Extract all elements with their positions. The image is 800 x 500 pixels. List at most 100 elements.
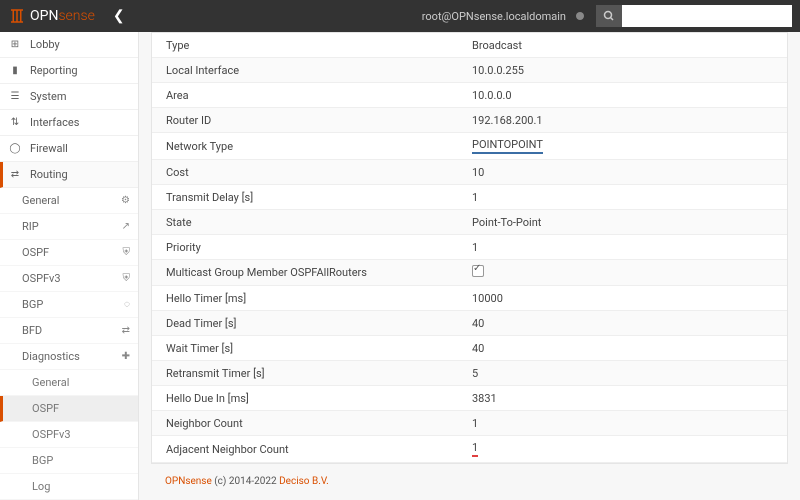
nav-item-reporting[interactable]: ▮Reporting — [0, 58, 138, 84]
table-row: Transmit Delay [s]1 — [152, 185, 787, 210]
nav-icon: ⇅ — [8, 116, 22, 130]
footer: OPNsense (c) 2014-2022 Deciso B.V. — [151, 464, 788, 499]
brand-a: OPN — [30, 8, 58, 24]
row-label: Adjacent Neighbor Count — [152, 443, 472, 456]
nav-item-firewall[interactable]: ◯Firewall — [0, 136, 138, 162]
row-value: 1 — [472, 441, 787, 457]
nav-icon: ☰ — [8, 90, 22, 104]
row-label: Area — [152, 89, 472, 102]
search-button[interactable] — [596, 5, 622, 27]
nav-diag-ospf[interactable]: OSPF — [0, 396, 138, 422]
row-value: 192.168.200.1 — [472, 114, 787, 127]
nav-item-routing[interactable]: ⇄Routing — [0, 162, 138, 188]
row-label: Router ID — [152, 114, 472, 127]
nav-diag-log[interactable]: Log — [0, 474, 138, 500]
row-value: 10 — [472, 166, 787, 179]
user-label[interactable]: root@OPNsense.localdomain — [422, 10, 566, 23]
nav-sub-ospf[interactable]: OSPF⛨ — [0, 240, 138, 266]
sidebar: ⊞Lobby▮Reporting☰System⇅Interfaces◯Firew… — [0, 32, 139, 500]
row-value — [472, 265, 787, 280]
nav-sub-general[interactable]: General⚙ — [0, 188, 138, 214]
logo[interactable]: OPNsense — [8, 6, 95, 26]
row-value: Broadcast — [472, 39, 787, 52]
row-value: Point-To-Point — [472, 216, 787, 229]
row-value: 40 — [472, 317, 787, 330]
table-row: Priority1 — [152, 235, 787, 260]
table-row: Dead Timer [s]40 — [152, 311, 787, 336]
row-label: Dead Timer [s] — [152, 317, 472, 330]
nav-sub-bfd[interactable]: BFD⇄ — [0, 318, 138, 344]
table-row: Local Interface10.0.0.255 — [152, 58, 787, 83]
footer-brand-link[interactable]: OPNsense — [165, 476, 212, 487]
nav-sub-ospfv3[interactable]: OSPFv3⛨ — [0, 266, 138, 292]
nav-diag-bgp[interactable]: BGP — [0, 448, 138, 474]
row-label: Neighbor Count — [152, 417, 472, 430]
table-row: Retransmit Timer [s]5 — [152, 361, 787, 386]
row-value: POINTOPOINT — [472, 138, 787, 154]
row-label: Hello Due In [ms] — [152, 392, 472, 405]
row-label: Hello Timer [ms] — [152, 292, 472, 305]
row-value: 5 — [472, 367, 787, 380]
checkbox-icon — [472, 265, 484, 277]
nav-diag-general[interactable]: General — [0, 370, 138, 396]
table-row: Cost10 — [152, 160, 787, 185]
nav-sub-icon: ◌ — [124, 299, 130, 310]
nav-sub-icon: ⛨ — [123, 273, 131, 284]
nav-sub-icon: ⛨ — [123, 247, 131, 258]
nav-icon: ◯ — [8, 142, 22, 156]
row-value: 1 — [472, 191, 787, 204]
row-label: Multicast Group Member OSPFAllRouters — [152, 266, 472, 279]
table-row: Network TypePOINTOPOINT — [152, 133, 787, 160]
row-value: 3831 — [472, 392, 787, 405]
nav-item-lobby[interactable]: ⊞Lobby — [0, 32, 138, 58]
table-row: Wait Timer [s]40 — [152, 336, 787, 361]
row-label: Transmit Delay [s] — [152, 191, 472, 204]
row-label: Cost — [152, 166, 472, 179]
details-table: TypeBroadcastLocal Interface10.0.0.255Ar… — [151, 32, 788, 464]
status-dot-icon — [576, 12, 584, 20]
row-value: 1 — [472, 417, 787, 430]
search-icon — [603, 10, 615, 22]
nav-sub-icon: ↗ — [122, 221, 130, 232]
nav-icon: ▮ — [8, 64, 22, 78]
nav-sub-icon: ⇄ — [122, 325, 130, 336]
nav-sub-diagnostics[interactable]: Diagnostics✚ — [0, 344, 138, 370]
nav-item-system[interactable]: ☰System — [0, 84, 138, 110]
table-row: Multicast Group Member OSPFAllRouters — [152, 260, 787, 286]
table-row: Hello Timer [ms]10000 — [152, 286, 787, 311]
collapse-icon[interactable]: ❮ — [113, 8, 125, 24]
row-label: Priority — [152, 241, 472, 254]
table-row: TypeBroadcast — [152, 33, 787, 58]
row-label: Network Type — [152, 140, 472, 153]
content: TypeBroadcastLocal Interface10.0.0.255Ar… — [139, 32, 800, 500]
nav-icon: ⊞ — [8, 38, 22, 52]
brand-b: sense — [58, 8, 94, 24]
table-row: StatePoint-To-Point — [152, 210, 787, 235]
row-value: 1 — [472, 241, 787, 254]
logo-icon — [8, 7, 26, 25]
nav-item-interfaces[interactable]: ⇅Interfaces — [0, 110, 138, 136]
nav-sub-bgp[interactable]: BGP◌ — [0, 292, 138, 318]
row-label: Type — [152, 39, 472, 52]
table-row: Neighbor Count1 — [152, 411, 787, 436]
row-value: 40 — [472, 342, 787, 355]
table-row: Adjacent Neighbor Count1 — [152, 436, 787, 463]
search-input[interactable] — [622, 5, 792, 27]
row-label: State — [152, 216, 472, 229]
row-value: 10000 — [472, 292, 787, 305]
footer-company-link[interactable]: Deciso B.V. — [279, 476, 329, 487]
row-label: Local Interface — [152, 64, 472, 77]
table-row: Hello Due In [ms]3831 — [152, 386, 787, 411]
top-bar: OPNsense ❮ root@OPNsense.localdomain — [0, 0, 800, 32]
nav-sub-rip[interactable]: RIP↗ — [0, 214, 138, 240]
row-label: Wait Timer [s] — [152, 342, 472, 355]
nav-diag-ospfv3[interactable]: OSPFv3 — [0, 422, 138, 448]
row-label: Retransmit Timer [s] — [152, 367, 472, 380]
row-value: 10.0.0.0 — [472, 89, 787, 102]
nav-sub-icon: ⚙ — [121, 195, 130, 206]
nav-sub-icon: ✚ — [122, 351, 130, 362]
table-row: Router ID192.168.200.1 — [152, 108, 787, 133]
nav-icon: ⇄ — [8, 168, 22, 182]
row-value: 10.0.0.255 — [472, 64, 787, 77]
table-row: Area10.0.0.0 — [152, 83, 787, 108]
